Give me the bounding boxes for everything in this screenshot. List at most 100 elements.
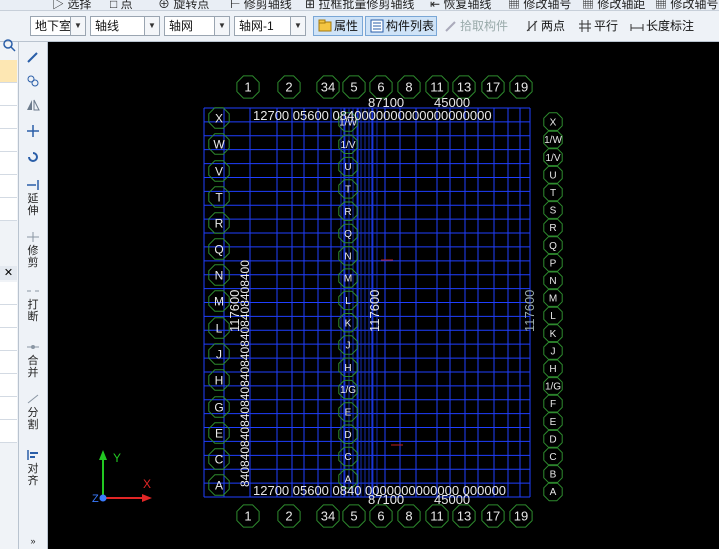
column-axis-bubble[interactable]: 17	[481, 75, 505, 99]
row-axis-bubble-left[interactable]: H	[208, 369, 230, 391]
axis-grid-drawing[interactable]: 112234345566881111131317171919XWVTRQNMLJ…	[48, 42, 719, 549]
property-row[interactable]	[0, 420, 17, 443]
row-axis-bubble-right[interactable]: A	[543, 481, 563, 502]
column-axis-bubble[interactable]: 5	[342, 504, 366, 528]
move-icon[interactable]	[19, 124, 47, 141]
column-axis-bubble[interactable]: 2	[277, 75, 301, 99]
property-row[interactable]	[0, 328, 17, 351]
row-axis-bubble-right[interactable]: P	[543, 253, 563, 273]
property-row[interactable]	[0, 351, 17, 374]
list-item[interactable]	[0, 129, 17, 152]
rotate-point-command[interactable]: ⊕ 旋转点	[158, 0, 209, 10]
floor-select[interactable]: 地下室 ▼	[30, 16, 86, 36]
column-axis-bubble[interactable]: 1	[236, 75, 260, 99]
column-axis-bubble[interactable]: 19	[509, 75, 533, 99]
row-axis-bubble-right[interactable]: D	[543, 429, 563, 449]
merge-tool[interactable]: 合并	[19, 342, 47, 379]
edit-axis-number-2-command[interactable]: ▦ 修改轴号	[655, 0, 718, 10]
trim-axis-command[interactable]: ⊢ 修剪轴线	[230, 0, 292, 10]
row-axis-bubble-inner[interactable]: N	[338, 246, 358, 266]
column-axis-bubble[interactable]: 2	[277, 504, 301, 528]
row-axis-bubble-right[interactable]: E	[543, 411, 563, 431]
copy-icon[interactable]	[19, 74, 47, 91]
two-points-button[interactable]: 两点	[523, 16, 573, 36]
component-list-button[interactable]: 构件列表	[365, 16, 437, 36]
column-axis-bubble[interactable]: 6	[369, 504, 393, 528]
column-axis-bubble[interactable]: 11	[425, 504, 449, 528]
row-axis-bubble-left[interactable]: G	[208, 396, 230, 418]
split-tool[interactable]: 分割	[19, 394, 47, 431]
column-axis-bubble[interactable]: 19	[509, 504, 533, 528]
break-tool[interactable]: 打断	[19, 286, 47, 323]
row-axis-bubble-right[interactable]: N	[543, 270, 563, 291]
row-axis-bubble-right[interactable]: M	[543, 288, 563, 308]
restore-axis-command[interactable]: ⇤ 恢复轴线	[430, 0, 491, 10]
trim-tool[interactable]: 修剪	[19, 232, 47, 269]
row-axis-bubble-right[interactable]: T	[543, 182, 563, 203]
row-axis-bubble-inner[interactable]: E	[338, 402, 358, 422]
row-axis-bubble-inner[interactable]: 1/G	[338, 379, 358, 400]
search-icon[interactable]	[2, 38, 16, 52]
column-axis-bubble[interactable]: 13	[452, 504, 476, 528]
column-axis-bubble[interactable]: 5	[342, 75, 366, 99]
list-item[interactable]	[0, 83, 17, 106]
pen-icon[interactable]	[19, 50, 47, 67]
list-item[interactable]	[0, 175, 17, 198]
row-axis-bubble-left[interactable]: A	[208, 474, 230, 496]
row-axis-bubble-left[interactable]: E	[208, 422, 230, 444]
row-axis-bubble-left[interactable]: Q	[208, 238, 230, 260]
row-axis-bubble-right[interactable]: J	[543, 341, 563, 361]
row-axis-bubble-inner[interactable]: T	[338, 179, 358, 199]
chevron-down-icon[interactable]: ▼	[70, 17, 85, 35]
chevron-down-icon[interactable]: »	[19, 536, 47, 546]
edit-axis-distance-command[interactable]: ▦ 修改轴距	[582, 0, 645, 10]
column-axis-bubble[interactable]: 34	[316, 75, 340, 99]
property-row[interactable]	[0, 397, 17, 420]
row-axis-bubble-left[interactable]: V	[208, 160, 230, 182]
row-axis-bubble-right[interactable]: F	[543, 393, 563, 414]
column-axis-bubble[interactable]: 17	[481, 504, 505, 528]
parallel-button[interactable]: 平行	[576, 16, 624, 36]
row-axis-bubble-left[interactable]: X	[208, 107, 230, 129]
row-axis-bubble-inner[interactable]: J	[338, 335, 358, 355]
row-axis-bubble-right[interactable]: 1/G	[543, 376, 563, 396]
rotate-icon[interactable]	[19, 150, 47, 167]
align-tool[interactable]: 对齐	[19, 450, 47, 487]
row-axis-bubble-left[interactable]: C	[208, 448, 230, 470]
row-axis-bubble-inner[interactable]: 1/V	[338, 134, 358, 154]
mirror-icon[interactable]	[19, 98, 47, 115]
length-dim-button[interactable]: 长度标注	[628, 16, 718, 36]
column-axis-bubble[interactable]: 34	[316, 504, 340, 528]
row-axis-bubble-right[interactable]: R	[543, 217, 563, 238]
row-axis-bubble-left[interactable]: J	[208, 343, 230, 365]
instance-select[interactable]: 轴网-1 ▼	[234, 16, 306, 36]
property-row[interactable]	[0, 374, 17, 397]
row-axis-bubble-right[interactable]: C	[543, 446, 563, 467]
row-axis-bubble-left[interactable]: R	[208, 212, 230, 234]
pick-component-button[interactable]: 拾取构件	[442, 16, 514, 36]
row-axis-bubble-right[interactable]: Q	[543, 235, 563, 255]
edit-axis-number-command[interactable]: ▦ 修改轴号	[508, 0, 571, 10]
list-item[interactable]	[0, 198, 17, 221]
row-axis-bubble-right[interactable]: X	[543, 112, 563, 132]
row-axis-bubble-right[interactable]: 1/V	[543, 147, 563, 167]
chevron-down-icon[interactable]: ▼	[290, 17, 305, 35]
row-axis-bubble-right[interactable]: B	[543, 464, 563, 484]
row-axis-bubble-inner[interactable]: C	[338, 446, 358, 467]
property-row[interactable]	[0, 305, 17, 328]
column-axis-bubble[interactable]: 1	[236, 504, 260, 528]
row-axis-bubble-inner[interactable]: H	[338, 357, 358, 377]
row-axis-bubble-left[interactable]: T	[208, 186, 230, 208]
chevron-down-icon[interactable]: ▼	[144, 17, 159, 35]
extend-tool[interactable]: 延伸	[19, 180, 47, 217]
type-select[interactable]: 轴网 ▼	[164, 16, 230, 36]
list-item[interactable]	[0, 60, 17, 83]
row-axis-bubble-right[interactable]: S	[543, 200, 563, 220]
row-axis-bubble-inner[interactable]: M	[338, 268, 358, 288]
chevron-down-icon[interactable]: ▼	[214, 17, 229, 35]
property-row[interactable]	[0, 282, 17, 305]
row-axis-bubble-right[interactable]: H	[543, 358, 563, 379]
list-item[interactable]	[0, 106, 17, 129]
row-axis-bubble-left[interactable]: W	[208, 133, 230, 155]
drawing-canvas[interactable]: 1 1 2 2 34 34 5 5 6 6 8 8 11 11 13 13 17 17 19 19 X W V T R Q N M L J…	[48, 42, 719, 549]
